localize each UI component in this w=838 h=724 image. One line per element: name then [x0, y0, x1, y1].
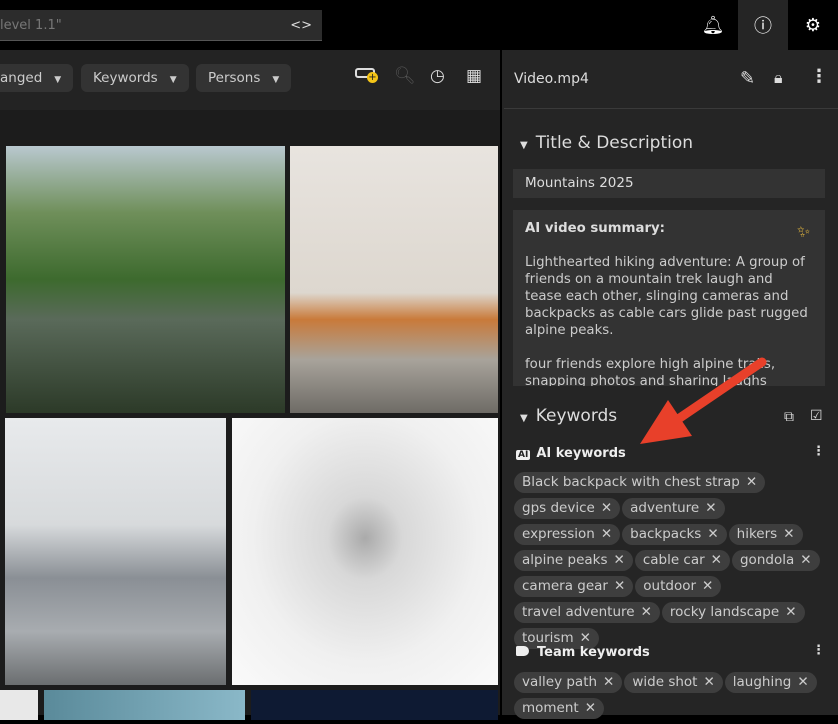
arrow-head [640, 400, 692, 444]
annotation-arrow [640, 357, 767, 444]
